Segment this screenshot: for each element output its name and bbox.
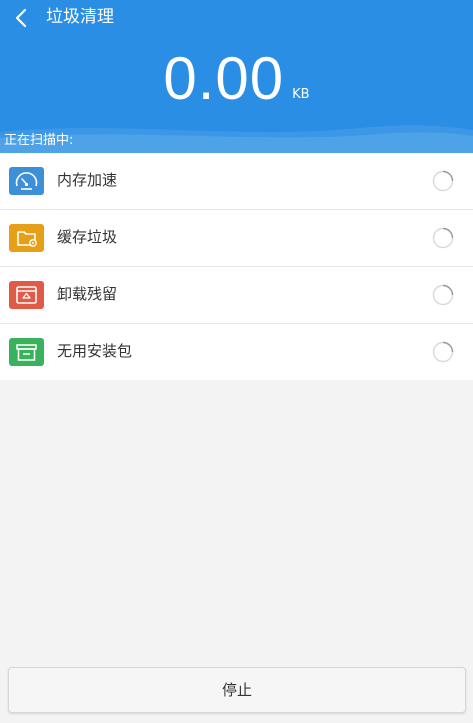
loading-spinner-icon — [432, 170, 454, 192]
folder-icon — [9, 224, 44, 252]
list-item-uninstall-residue[interactable]: 卸载残留 — [0, 267, 473, 324]
loading-spinner-icon — [432, 284, 454, 306]
list-item-cache[interactable]: 缓存垃圾 — [0, 210, 473, 267]
list-item-label: 缓存垃圾 — [57, 228, 118, 246]
list-item-label: 内存加速 — [57, 171, 118, 189]
stop-button[interactable]: 停止 — [8, 667, 466, 713]
recycle-icon — [9, 281, 44, 309]
list-item-label: 无用安装包 — [57, 342, 133, 360]
speedometer-icon — [9, 167, 44, 195]
scan-status-label: 正在扫描中: — [4, 133, 74, 148]
header: 垃圾清理 0.00 KB 正在扫描中: — [0, 0, 473, 153]
loading-spinner-icon — [432, 227, 454, 249]
scan-list: 内存加速 缓存垃圾 卸载残留 无用安装包 — [0, 153, 473, 380]
size-value: 0.00 — [163, 45, 285, 112]
loading-spinner-icon — [432, 341, 454, 363]
back-button[interactable] — [8, 4, 36, 32]
scan-size-display: 0.00 KB — [0, 44, 473, 114]
page-title: 垃圾清理 — [46, 7, 114, 27]
package-icon — [9, 338, 44, 366]
list-item-label: 卸载残留 — [57, 285, 118, 303]
chevron-left-icon — [15, 8, 27, 28]
size-unit: KB — [292, 87, 310, 102]
list-item-unused-packages[interactable]: 无用安装包 — [0, 324, 473, 380]
list-item-memory[interactable]: 内存加速 — [0, 153, 473, 210]
